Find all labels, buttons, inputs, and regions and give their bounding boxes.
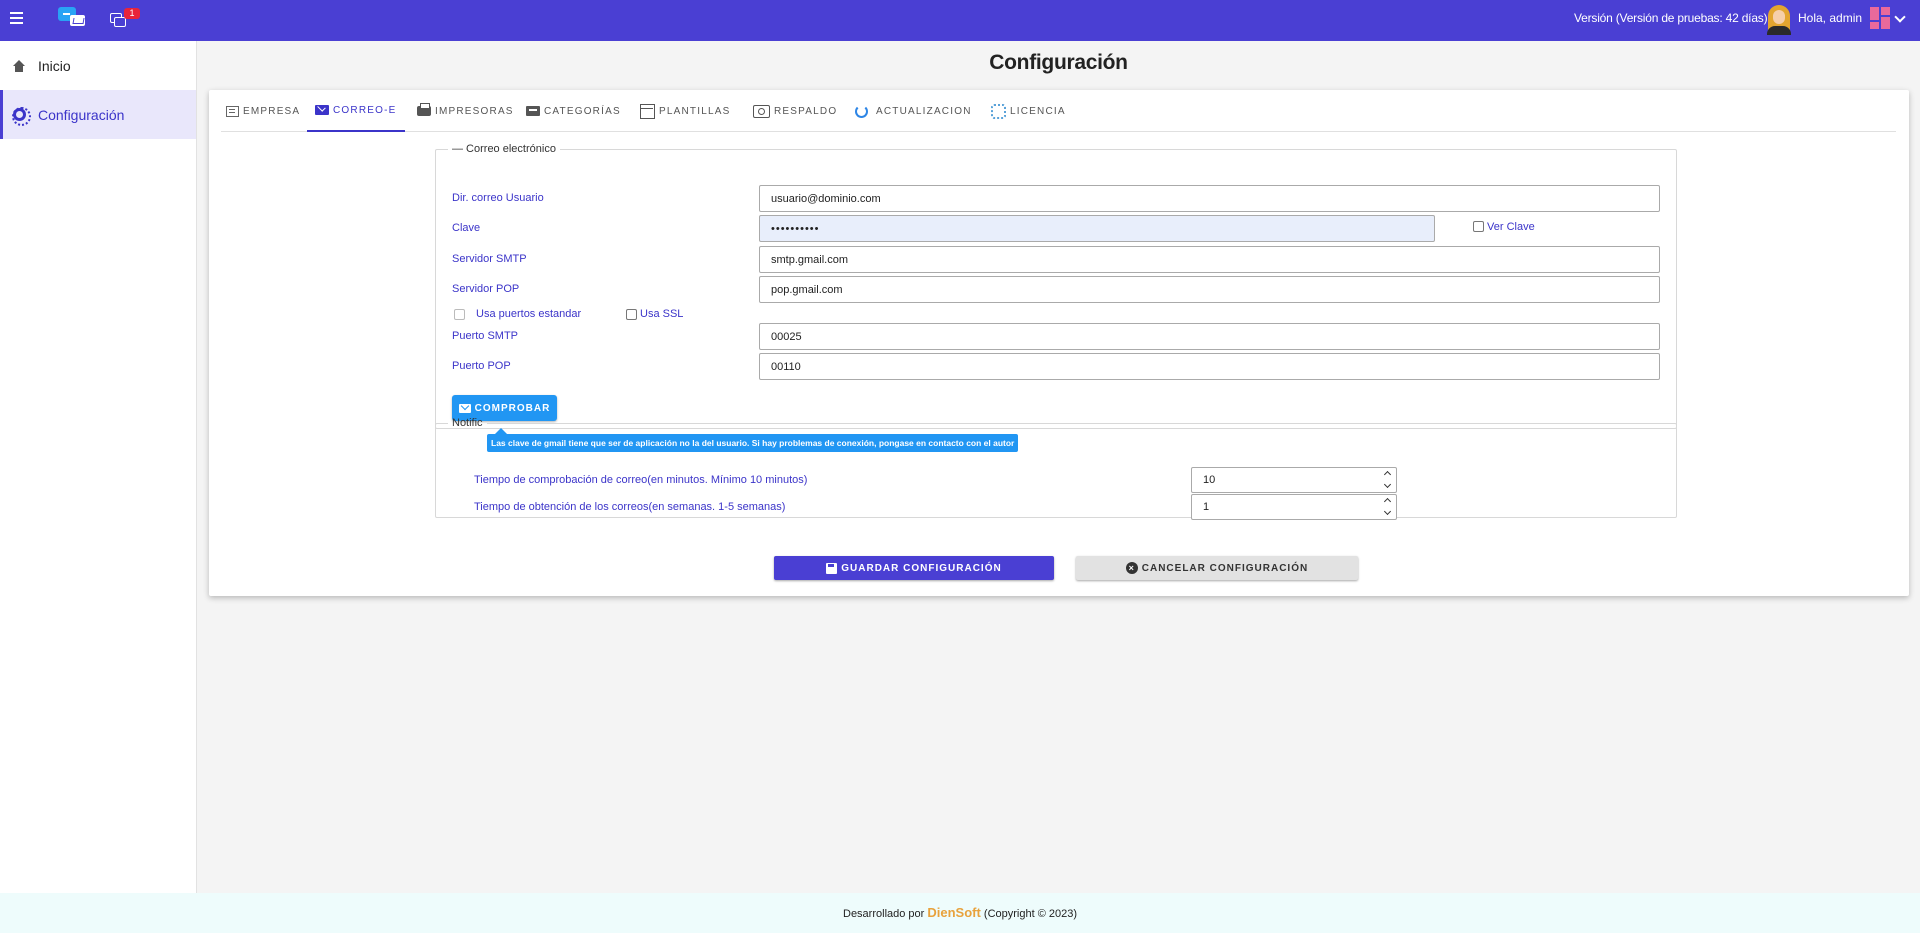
sidebar-item-configuracion[interactable]: Configuración [0, 90, 196, 139]
template-icon [640, 103, 655, 119]
save-button-label: GUARDAR CONFIGURACIÓN [841, 562, 1002, 574]
stepper-icon[interactable] [1383, 470, 1392, 490]
tab-licencia[interactable]: LICENCIA [991, 90, 1066, 132]
backup-icon [753, 104, 770, 118]
check-time-label: Tiempo de comprobación de correo(en minu… [474, 474, 808, 486]
tab-categorias[interactable]: CATEGORÍAS [526, 90, 621, 132]
settings-card: EMPRESA CORREO-E IMPRESORAS CATEGORÍAS P… [209, 90, 1909, 596]
fetch-time-value: 1 [1203, 501, 1210, 513]
sidebar-item-label: Configuración [38, 106, 125, 123]
pop-server-input[interactable]: pop.gmail.com [759, 276, 1660, 303]
tab-correo[interactable]: CORREO-E [307, 90, 405, 132]
main-content: Configuración EMPRESA CORREO-E IMPRESORA… [197, 41, 1920, 893]
footer-prefix: Desarrollado por [843, 908, 925, 920]
tab-impresoras[interactable]: IMPRESORAS [417, 90, 514, 132]
tab-label: RESPALDO [774, 105, 838, 117]
password-label: Clave [452, 222, 481, 234]
apps-icon[interactable] [1870, 7, 1892, 29]
ssl-label[interactable]: Usa SSL [640, 308, 683, 320]
tab-label: IMPRESORAS [435, 105, 514, 117]
footer-copyright: (Copyright © 2023) [983, 908, 1077, 920]
pop-port-input[interactable]: 00110 [759, 353, 1660, 380]
mail-icon [315, 105, 329, 115]
pop-server-label: Servidor POP [452, 283, 520, 295]
fetch-time-label: Tiempo de obtención de los correos(en se… [474, 501, 786, 513]
fetch-time-input[interactable]: 1 [1191, 494, 1397, 520]
version-text: Versión (Versión de pruebas: 42 días) [1574, 11, 1768, 25]
refresh-icon [855, 104, 868, 118]
email-legend: — Correo electrónico [452, 143, 556, 155]
avatar[interactable] [1764, 5, 1794, 35]
notification-badge: 1 [124, 8, 140, 19]
pop-port-label: Puerto POP [452, 360, 511, 372]
show-password-label[interactable]: Ver Clave [1487, 221, 1535, 233]
tab-label: CORREO-E [333, 104, 397, 116]
standard-ports-label: Usa puertos estandar [476, 308, 582, 320]
tab-label: CATEGORÍAS [544, 105, 621, 117]
tab-label: PLANTILLAS [659, 105, 731, 117]
close-icon: × [1125, 562, 1138, 574]
license-icon [991, 103, 1006, 119]
tab-label: ACTUALIZACION [876, 105, 972, 117]
sidebar-item-inicio[interactable]: Inicio [0, 41, 196, 90]
page-title: Configuración [989, 51, 1128, 74]
sidebar-item-label: Inicio [38, 57, 71, 74]
check-time-input[interactable]: 10 [1191, 467, 1397, 493]
standard-ports-checkbox[interactable] [454, 309, 465, 320]
tab-empresa[interactable]: EMPRESA [226, 90, 300, 132]
smtp-port-label: Puerto SMTP [452, 330, 519, 342]
show-password-checkbox[interactable] [1473, 221, 1484, 232]
printer-icon [417, 103, 431, 116]
stepper-icon[interactable] [1383, 497, 1392, 517]
tab-label: LICENCIA [1010, 105, 1066, 117]
building-icon [226, 105, 239, 117]
cancel-button-label: CANCELAR CONFIGURACIÓN [1141, 562, 1309, 574]
tab-bar: EMPRESA CORREO-E IMPRESORAS CATEGORÍAS P… [221, 90, 1896, 132]
save-config-button[interactable]: GUARDAR CONFIGURACIÓN [774, 556, 1054, 580]
notifications-legend: Notific [452, 417, 483, 429]
folder-icon [526, 106, 540, 116]
mail-icon [458, 403, 471, 413]
cancel-config-button[interactable]: × CANCELAR CONFIGURACIÓN [1076, 556, 1358, 580]
gear-icon [12, 107, 31, 126]
tab-plantillas[interactable]: PLANTILLAS [640, 90, 730, 132]
home-icon [12, 59, 26, 72]
sidebar: Inicio Configuración [0, 41, 197, 893]
footer-brand[interactable]: DienSoft [927, 905, 980, 920]
smtp-server-input[interactable]: smtp.gmail.com [759, 246, 1660, 273]
smtp-port-input[interactable]: 00025 [759, 323, 1660, 350]
user-email-input[interactable]: usuario@dominio.com [759, 185, 1660, 212]
gmail-tooltip: Las clave de gmail tiene que ser de apli… [487, 428, 1019, 452]
check-time-value: 10 [1203, 474, 1216, 486]
chevron-down-icon[interactable] [1894, 11, 1906, 23]
check-button-label: COMPROBAR [474, 402, 551, 414]
footer: Desarrollado por DienSoft (Copyright © 2… [0, 893, 1920, 933]
tab-label: EMPRESA [243, 105, 301, 117]
tab-respaldo[interactable]: RESPALDO [753, 90, 837, 132]
chat-icon[interactable] [110, 13, 126, 27]
user-email-label: Dir. correo Usuario [452, 192, 544, 204]
user-greeting[interactable]: Hola, admin [1798, 11, 1862, 25]
ssl-checkbox[interactable] [626, 309, 637, 320]
top-app-bar: 1 Versión (Versión de pruebas: 42 días) … [0, 0, 1920, 41]
messages-icon[interactable] [58, 7, 88, 29]
smtp-server-label: Servidor SMTP [452, 253, 527, 265]
tab-actualizacion[interactable]: ACTUALIZACION [855, 90, 972, 132]
save-icon [826, 562, 838, 574]
menu-icon[interactable] [10, 12, 25, 26]
password-input[interactable]: •••••••••• [759, 215, 1435, 242]
